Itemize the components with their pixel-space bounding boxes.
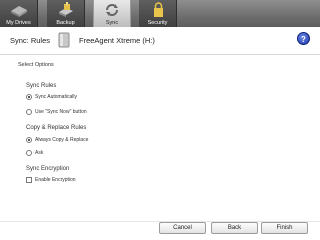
page-title: Sync: Rules (10, 36, 51, 45)
tab-label: Security (147, 20, 168, 26)
enable-encryption-checkbox[interactable] (26, 177, 32, 183)
drives-icon (10, 6, 27, 17)
tab-label: Backup (56, 20, 75, 26)
drive-name: FreeAgent Xtreme (H:) (79, 36, 155, 45)
radio-sync-now[interactable] (26, 109, 32, 115)
backup-icon (58, 2, 73, 17)
option-label: Sync Automatically (35, 94, 77, 100)
ask-option[interactable]: Ask (26, 149, 43, 157)
drive-icon (58, 32, 70, 48)
tab-label: Sync (105, 20, 119, 26)
tab-security[interactable]: Security (139, 0, 177, 27)
sync-automatically-option[interactable]: Sync Automatically (26, 93, 77, 101)
sync-rules-heading: Sync Rules (26, 83, 57, 89)
enable-encryption-option[interactable]: Enable Encryption (26, 176, 76, 184)
tab-label: My Drives (6, 20, 31, 26)
header-divider (0, 54, 320, 55)
copy-replace-heading: Copy & Replace Rules (26, 125, 87, 131)
sync-icon (106, 4, 118, 16)
finish-button[interactable]: Finish (261, 222, 308, 234)
tab-backup[interactable]: Backup (47, 0, 85, 27)
option-label: Enable Encryption (35, 177, 76, 183)
radio-ask[interactable] (26, 150, 32, 156)
back-button[interactable]: Back (211, 222, 258, 234)
tab-my-drives[interactable]: My Drives (0, 0, 38, 27)
security-icon (153, 2, 163, 17)
radio-sync-automatically[interactable] (26, 94, 32, 100)
page-header: Sync: Rules FreeAgent Xtreme (H:) ? (0, 27, 320, 55)
option-label: Always Copy & Replace (35, 137, 89, 143)
help-button[interactable]: ? (297, 32, 310, 45)
top-tab-bar: My Drives Backup Sync Security (0, 0, 320, 27)
cancel-button[interactable]: Cancel (159, 222, 206, 234)
section-title: Select Options (18, 62, 54, 68)
option-label: Ask (35, 150, 44, 156)
always-copy-replace-option[interactable]: Always Copy & Replace (26, 136, 88, 144)
sync-now-button-option[interactable]: Use "Sync Now" button (26, 108, 87, 116)
option-label: Use "Sync Now" button (35, 109, 87, 115)
tab-sync[interactable]: Sync (93, 0, 131, 27)
radio-always-copy-replace[interactable] (26, 137, 32, 143)
sync-encryption-heading: Sync Encryption (26, 166, 70, 172)
